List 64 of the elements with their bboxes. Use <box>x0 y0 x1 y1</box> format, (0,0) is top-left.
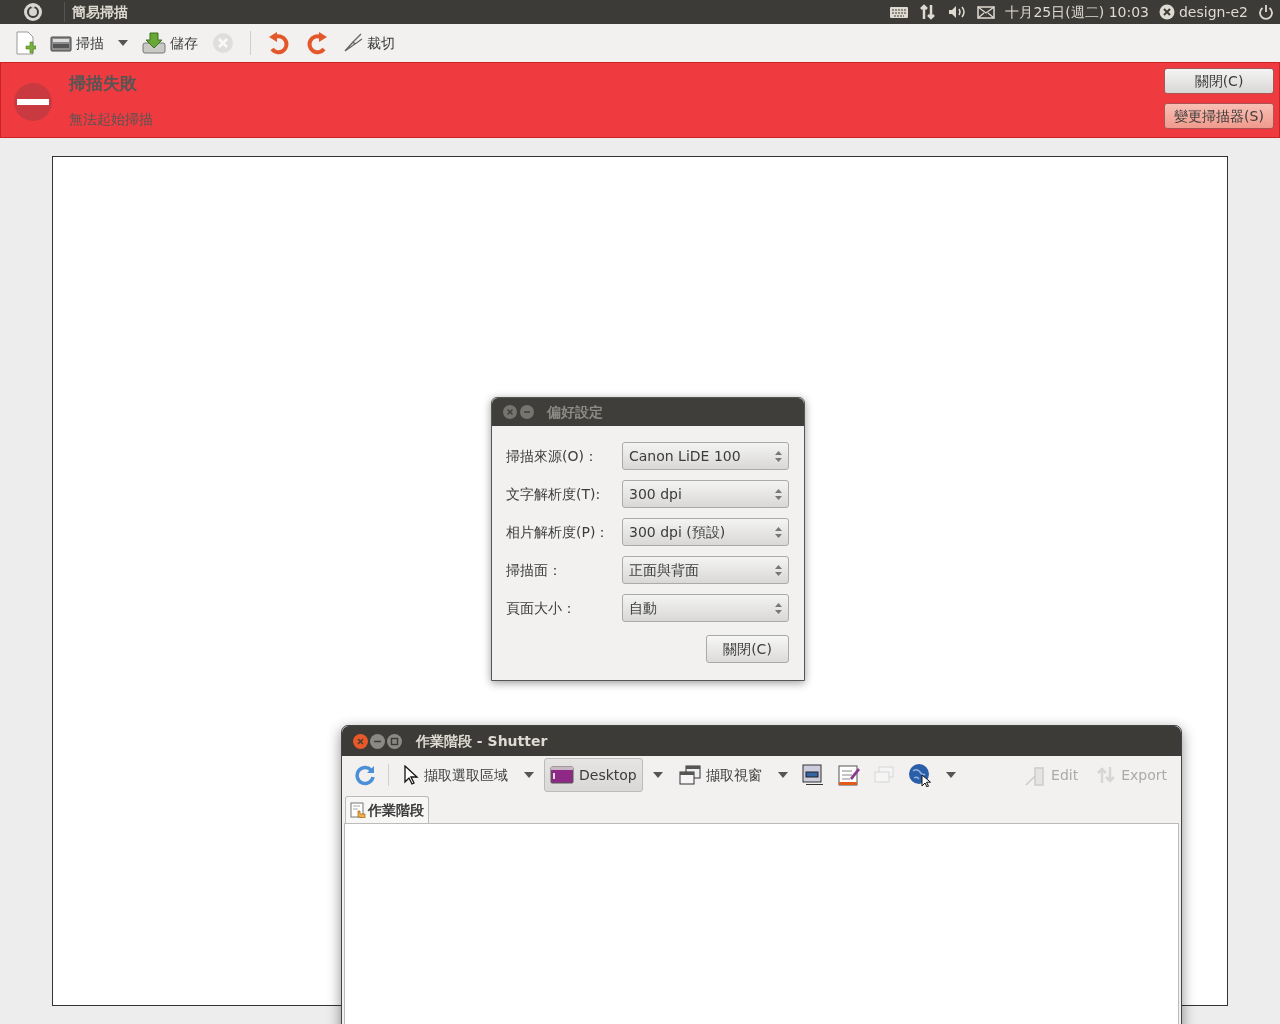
dropdown-caret-icon[interactable] <box>652 772 663 778</box>
selection-button[interactable]: 擷取選取區域 <box>397 758 514 792</box>
rotate-left-icon[interactable] <box>267 31 289 55</box>
dropdown-field[interactable]: 300 dpi <box>622 480 789 508</box>
network-arrows-icon[interactable] <box>919 3 938 21</box>
export-arrows-icon <box>1096 765 1117 785</box>
close-icon[interactable] <box>353 733 368 749</box>
window-button[interactable]: 擷取視窗 <box>672 758 768 792</box>
scan-button[interactable]: 掃描 <box>48 27 106 59</box>
desktop-button[interactable]: Desktop <box>544 758 643 792</box>
spin-arrows-icon <box>775 602 782 614</box>
field-label: 掃描面： <box>506 560 563 580</box>
spin-arrows-icon <box>775 488 782 500</box>
keyboard-icon[interactable] <box>889 5 910 19</box>
spin-arrows-icon <box>775 526 782 538</box>
dropdown-field[interactable]: 正面與背面 <box>622 556 789 584</box>
crop-button[interactable]: 裁切 <box>341 27 397 59</box>
refresh-icon[interactable] <box>354 764 376 786</box>
edit-tool-icon <box>1024 764 1047 786</box>
spin-arrows-icon <box>775 450 782 462</box>
dropdown-field[interactable]: 300 dpi (預設) <box>622 518 789 546</box>
field-label: 掃描來源(O)： <box>506 446 599 466</box>
session-hand-icon <box>350 802 366 818</box>
window-title: 作業階段 - Shutter <box>416 731 548 751</box>
knife-icon <box>343 33 363 53</box>
windows-icon <box>678 765 701 785</box>
session-tab[interactable]: 作業階段 <box>345 796 429 823</box>
desktop-icon <box>550 766 574 784</box>
spin-arrows-icon <box>775 564 782 576</box>
window-section-icon[interactable] <box>801 764 824 786</box>
dropdown-caret-icon[interactable] <box>524 772 534 778</box>
maximize-icon[interactable] <box>387 733 402 749</box>
stop-sign-icon <box>13 82 53 122</box>
dropdown-field[interactable]: 自動 <box>622 594 789 622</box>
field-label: 相片解析度(P)： <box>506 522 611 542</box>
volume-icon[interactable] <box>947 4 968 20</box>
field-label: 頁面大小： <box>506 598 577 618</box>
globe-icon[interactable] <box>907 763 932 787</box>
power-icon[interactable] <box>1258 4 1274 20</box>
clock[interactable]: 十月25日(週二) 10:03 <box>1005 1 1149 23</box>
dropdown-caret-icon[interactable] <box>118 40 128 46</box>
scanner-icon <box>50 33 72 53</box>
minimize-icon[interactable] <box>370 733 385 749</box>
new-document-icon[interactable] <box>14 31 36 55</box>
cursor-icon <box>403 765 419 785</box>
ubuntu-logo-icon[interactable] <box>23 2 43 22</box>
dropdown-caret-icon[interactable] <box>945 772 956 778</box>
field-label: 文字解析度(T): <box>506 484 602 504</box>
user-name[interactable]: design-e2 <box>1179 1 1248 23</box>
rotate-right-icon[interactable] <box>307 31 329 55</box>
error-title: 掃描失敗 <box>69 72 138 95</box>
editor-icon[interactable] <box>837 764 860 786</box>
close-button[interactable]: 關閉(C) <box>1164 68 1274 94</box>
app-title: 簡易掃描 <box>72 2 128 22</box>
dropdown-field[interactable]: Canon LiDE 100 <box>622 442 789 470</box>
user-status-icon[interactable] <box>1159 4 1175 20</box>
close-button[interactable]: 關閉(C) <box>706 635 789 663</box>
download-drive-icon <box>142 31 166 55</box>
error-message: 無法起始掃描 <box>69 109 153 129</box>
change-scanner-button[interactable]: 變更掃描器(S) <box>1164 103 1274 129</box>
mail-icon[interactable] <box>977 5 996 19</box>
save-button[interactable]: 儲存 <box>140 27 200 59</box>
dropdown-caret-icon[interactable] <box>777 772 788 778</box>
dialog-title: 偏好設定 <box>547 402 603 422</box>
